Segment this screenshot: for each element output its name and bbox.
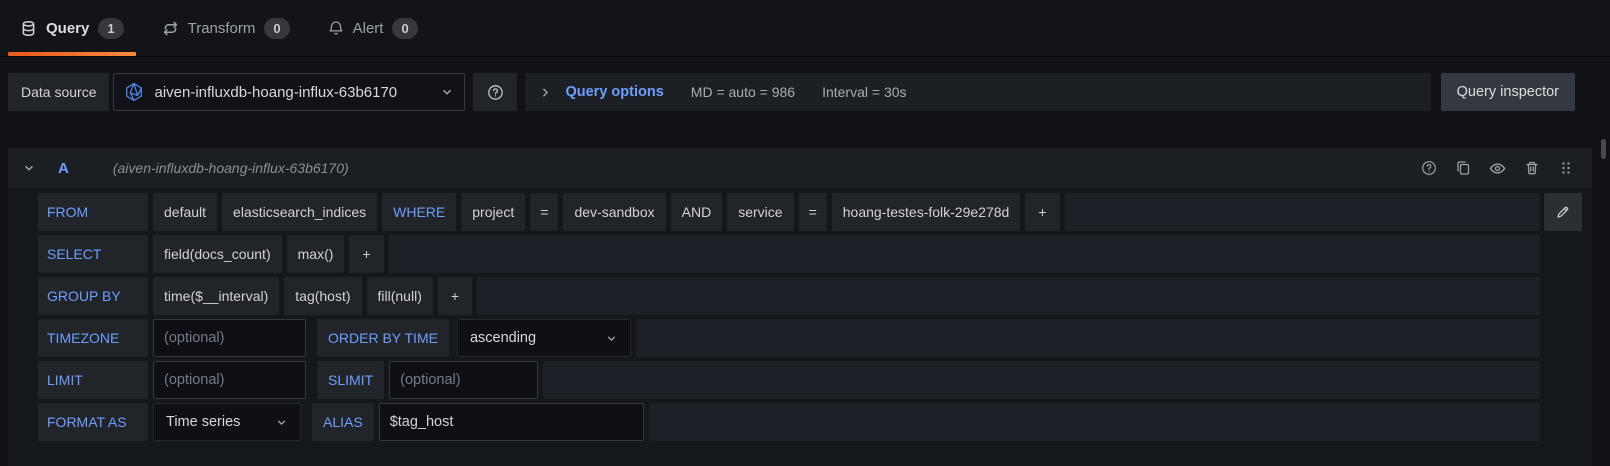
row-filler xyxy=(543,361,1540,399)
panel-editor-tabs: Query 1 Transform 0 xyxy=(0,0,1610,57)
tab-alert-count: 0 xyxy=(392,18,417,39)
format-as-row: FORMAT AS Time series ALIAS xyxy=(38,403,1540,441)
delete-query-button[interactable] xyxy=(1524,160,1540,176)
group-by-time-segment[interactable]: time($__interval) xyxy=(153,277,279,315)
query-options-label: Query options xyxy=(565,84,663,100)
where-tag-value-2[interactable]: hoang-testes-folk-29e278d xyxy=(832,193,1021,231)
order-by-time-keyword: ORDER BY TIME xyxy=(317,319,449,357)
select-aggregation-segment[interactable]: max() xyxy=(287,235,345,273)
copy-icon xyxy=(1455,160,1471,176)
limit-input[interactable] xyxy=(153,361,306,399)
datasource-help-button[interactable] xyxy=(473,73,517,111)
active-tab-underline xyxy=(8,52,136,56)
timezone-row: TIMEZONE ORDER BY TIME ascending xyxy=(38,319,1540,357)
query-row-header[interactable]: A (aiven-influxdb-hoang-influx-63b6170) xyxy=(8,148,1592,188)
row-filler xyxy=(389,235,1540,273)
from-keyword[interactable]: FROM xyxy=(38,193,148,231)
limit-keyword: LIMIT xyxy=(38,361,148,399)
chevron-right-icon xyxy=(539,86,552,99)
trash-icon xyxy=(1524,160,1540,176)
select-row: SELECT field(docs_count) max() + xyxy=(38,235,1540,273)
duplicate-query-button[interactable] xyxy=(1455,160,1471,176)
limit-row: LIMIT SLIMIT xyxy=(38,361,1540,399)
query-ref-id: A xyxy=(58,160,69,177)
alias-keyword: ALIAS xyxy=(312,403,374,441)
influxdb-logo-icon xyxy=(124,82,144,102)
query-editor-card: A (aiven-influxdb-hoang-influx-63b6170) xyxy=(8,148,1592,466)
datasource-toolbar: Data source aiven-influxdb-hoang-influx-… xyxy=(8,73,1602,111)
tab-query[interactable]: Query 1 xyxy=(8,0,136,56)
add-group-by-button[interactable]: + xyxy=(438,277,472,315)
where-operator-1[interactable]: = xyxy=(530,193,558,231)
query-inspector-button[interactable]: Query inspector xyxy=(1441,73,1575,111)
chevron-down-icon xyxy=(440,85,454,99)
select-field-segment[interactable]: field(docs_count) xyxy=(153,235,282,273)
timezone-input[interactable] xyxy=(153,319,306,357)
where-keyword[interactable]: WHERE xyxy=(382,193,456,231)
eye-icon xyxy=(1489,160,1506,177)
order-by-time-select[interactable]: ascending xyxy=(457,319,631,357)
format-as-select[interactable]: Time series xyxy=(153,403,301,441)
group-by-row: GROUP BY time($__interval) tag(host) fil… xyxy=(38,277,1540,315)
pencil-icon xyxy=(1555,204,1571,220)
datasource-picker[interactable]: aiven-influxdb-hoang-influx-63b6170 xyxy=(113,73,465,111)
group-by-tag-segment[interactable]: tag(host) xyxy=(284,277,361,315)
row-filler xyxy=(649,403,1540,441)
group-by-keyword[interactable]: GROUP BY xyxy=(38,277,148,315)
query-header-actions xyxy=(1421,160,1574,177)
help-circle-icon xyxy=(487,84,504,101)
order-by-time-value: ascending xyxy=(470,330,536,346)
database-icon xyxy=(20,20,37,37)
alias-input[interactable] xyxy=(379,403,644,441)
influx-query-builder: FROM default elasticsearch_indices WHERE… xyxy=(8,188,1592,441)
toggle-text-edit-mode-button[interactable] xyxy=(1544,193,1582,231)
help-circle-icon xyxy=(1421,160,1437,176)
toggle-visibility-button[interactable] xyxy=(1489,160,1506,177)
drag-handle-icon xyxy=(1558,160,1574,176)
interval-value: Interval = 30s xyxy=(822,84,906,100)
slimit-keyword: SLIMIT xyxy=(317,361,384,399)
where-tag-value-1[interactable]: dev-sandbox xyxy=(563,193,665,231)
group-by-fill-segment[interactable]: fill(null) xyxy=(367,277,433,315)
query-datasource-hint: (aiven-influxdb-hoang-influx-63b6170) xyxy=(113,160,349,176)
where-tag-key-2[interactable]: service xyxy=(727,193,793,231)
where-operator-2[interactable]: = xyxy=(799,193,827,231)
row-filler xyxy=(1065,193,1541,231)
where-tag-key-1[interactable]: project xyxy=(461,193,525,231)
row-filler xyxy=(477,277,1540,315)
drag-handle[interactable] xyxy=(1558,160,1574,176)
slimit-input[interactable] xyxy=(389,361,538,399)
max-data-points-value: MD = auto = 986 xyxy=(691,84,795,100)
where-condition-and[interactable]: AND xyxy=(671,193,723,231)
tab-transform-count: 0 xyxy=(264,18,289,39)
timezone-keyword: TIMEZONE xyxy=(38,319,148,357)
query-help-button[interactable] xyxy=(1421,160,1437,176)
chevron-down-icon xyxy=(605,332,618,345)
tab-transform[interactable]: Transform 0 xyxy=(150,0,302,56)
retention-policy-segment[interactable]: default xyxy=(153,193,217,231)
datasource-label: Data source xyxy=(8,73,109,111)
grafana-query-editor: Query 1 Transform 0 xyxy=(0,0,1610,466)
bell-icon xyxy=(328,20,344,36)
transform-icon xyxy=(162,20,179,37)
row-filler xyxy=(636,319,1540,357)
page-scrollbar-thumb[interactable] xyxy=(1601,139,1606,159)
chevron-down-icon xyxy=(275,416,288,429)
collapse-chevron-down-icon[interactable] xyxy=(22,161,36,175)
add-select-part-button[interactable]: + xyxy=(349,235,383,273)
tab-query-count: 1 xyxy=(98,18,123,39)
tab-query-label: Query xyxy=(46,20,89,37)
query-options-bar[interactable]: Query options MD = auto = 986 Interval =… xyxy=(525,73,1430,111)
tab-alert-label: Alert xyxy=(353,20,384,37)
datasource-name: aiven-influxdb-hoang-influx-63b6170 xyxy=(154,84,430,101)
tab-transform-label: Transform xyxy=(188,20,256,37)
format-as-keyword: FORMAT AS xyxy=(38,403,148,441)
measurement-segment[interactable]: elasticsearch_indices xyxy=(222,193,377,231)
select-keyword[interactable]: SELECT xyxy=(38,235,148,273)
from-row: FROM default elasticsearch_indices WHERE… xyxy=(38,193,1540,231)
tab-alert[interactable]: Alert 0 xyxy=(316,0,430,56)
add-where-condition-button[interactable]: + xyxy=(1025,193,1059,231)
format-as-value: Time series xyxy=(166,414,240,430)
